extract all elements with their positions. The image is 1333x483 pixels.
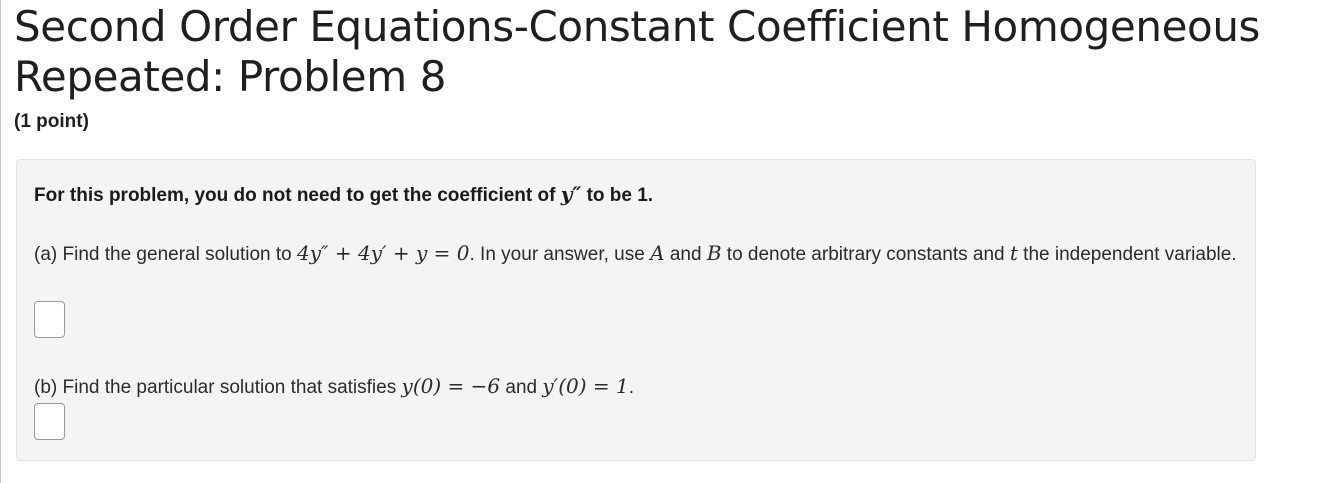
part-b-text-1: and [500,377,543,398]
note-suffix: to be 1. [581,185,654,206]
independent-variable: t [1009,241,1018,265]
note-prefix: For this problem, you do not need to get… [34,185,561,206]
problem-body: For this problem, you do not need to get… [16,159,1256,461]
initial-condition-2: y′(0) = 1 [542,374,629,398]
part-a-answer-input[interactable] [34,301,65,338]
part-a-text-3: to denote arbitrary constants and [721,244,1010,265]
problem-page: Second Order Equations-Constant Coeffici… [14,0,1324,461]
part-b-text-2: . [628,377,635,398]
problem-note: For this problem, you do not need to get… [34,182,653,207]
page-title-line-1: Second Order Equations-Constant Coeffici… [14,2,1261,51]
part-b-text: (b) Find the particular solution that sa… [34,371,1239,403]
page-title: Second Order Equations-Constant Coeffici… [14,0,1324,102]
points-label: (1 point) [14,111,89,132]
constant-a: A [650,241,665,265]
page-title-line-2: Repeated: Problem 8 [14,52,447,101]
part-a-label: (a) Find the general solution to [34,244,297,265]
note-math: y″ [560,182,582,206]
part-a-text-2: and [664,244,707,265]
part-b-label: (b) Find the particular solution that sa… [34,377,402,398]
part-a-text-1: . In your answer, use [469,244,651,265]
part-a-equation: 4y″ + 4y′ + y = 0 [297,241,470,265]
part-a-text-4: the independent variable. [1017,244,1237,265]
constant-b: B [706,241,722,265]
part-a-text: (a) Find the general solution to 4y″ + 4… [34,238,1239,270]
left-divider [0,0,1,483]
initial-condition-1: y(0) = −6 [401,374,501,398]
part-b-answer-input[interactable] [34,403,65,440]
